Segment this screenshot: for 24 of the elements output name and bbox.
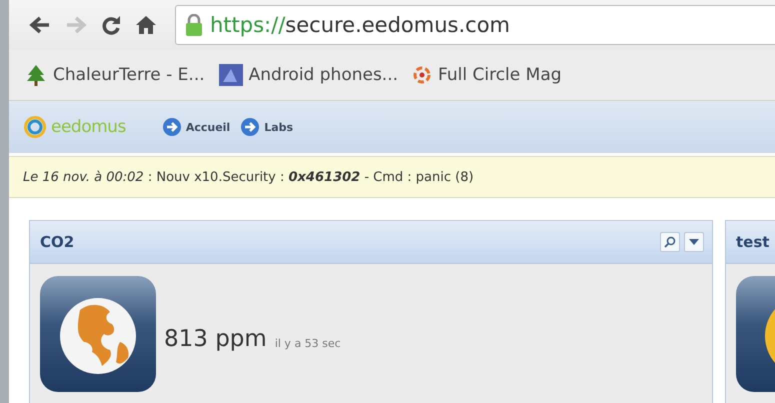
update-age: il y a 53 sec	[274, 337, 341, 350]
panel-title: test	[736, 233, 770, 251]
tree-icon	[25, 64, 47, 86]
home-button[interactable]	[135, 14, 157, 36]
reload-button[interactable]	[101, 14, 121, 36]
event-notice: Le 16 nov. à 00:02 : Nouv x10.Security : 0x461302 - Cmd : panic (8)	[9, 156, 775, 198]
address-bar[interactable]: https://secure.eedomus.com	[175, 5, 775, 45]
caret-icon	[689, 239, 699, 245]
globe-icon	[40, 276, 156, 392]
bookmark-link[interactable]: Full Circle Mag	[412, 64, 562, 86]
bookmark-link[interactable]: Android phones...	[218, 64, 398, 86]
panel-title: CO2	[40, 233, 76, 251]
nav-link[interactable]: Labs	[240, 117, 294, 137]
url-text: https://secure.eedomus.com	[210, 13, 510, 37]
sensor-value: 813 ppm	[164, 326, 267, 352]
circle-logo-icon	[412, 64, 432, 86]
search-button[interactable]	[660, 232, 680, 252]
tile-icon	[218, 64, 243, 86]
nav-link[interactable]: Accueil	[162, 117, 230, 137]
dropdown-button[interactable]	[684, 232, 704, 252]
back-button[interactable]	[29, 15, 51, 35]
search-icon	[664, 236, 676, 248]
lock-icon	[186, 14, 202, 36]
bookmark-link[interactable]: ChaleurTerre - E...	[25, 64, 205, 86]
